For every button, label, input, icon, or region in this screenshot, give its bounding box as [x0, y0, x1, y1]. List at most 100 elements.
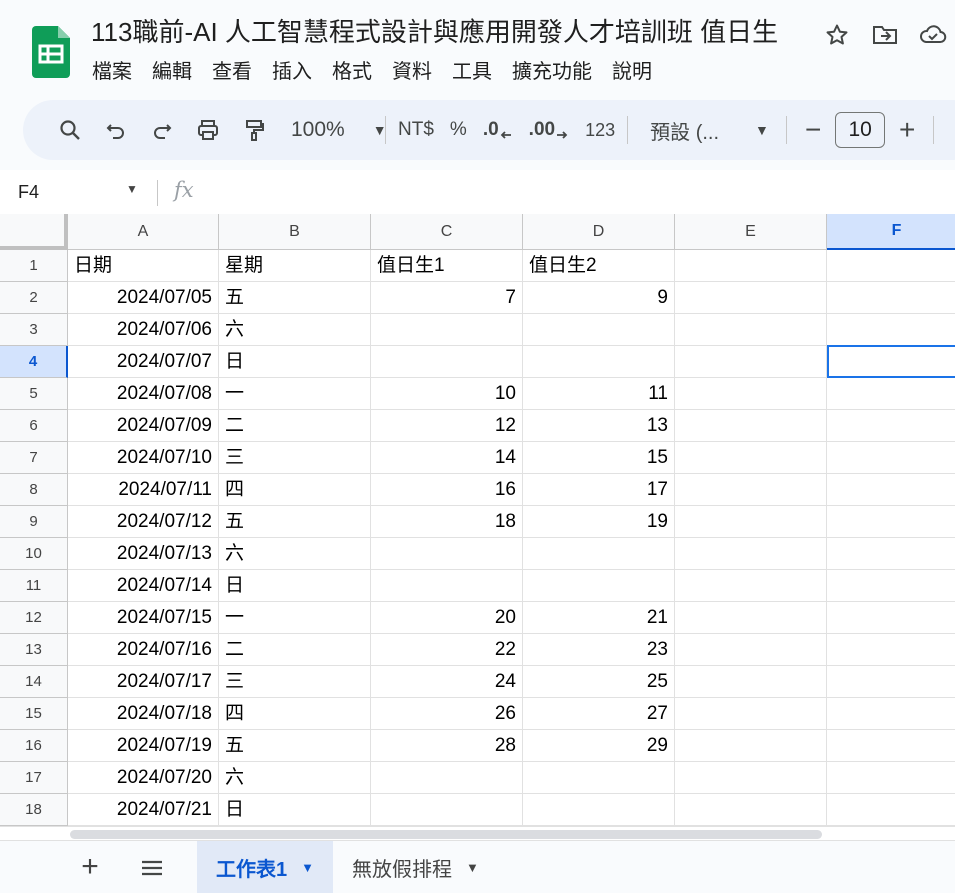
cell-c10[interactable] [371, 538, 523, 570]
cell-a10[interactable]: 2024/07/13 [68, 538, 219, 570]
caret-down-icon[interactable]: ▼ [466, 860, 479, 875]
cell-e4[interactable] [675, 346, 827, 378]
cell-f12[interactable] [827, 602, 955, 634]
cell-c17[interactable] [371, 762, 523, 794]
cell-b18[interactable]: 日 [219, 794, 371, 826]
decrease-decimal-button[interactable]: .0 [475, 112, 521, 148]
menu-extensions[interactable]: 擴充功能 [502, 56, 602, 88]
cell-e1[interactable] [675, 250, 827, 282]
cell-d16[interactable]: 29 [523, 730, 675, 762]
cell-a5[interactable]: 2024/07/08 [68, 378, 219, 410]
print-icon[interactable] [185, 112, 231, 148]
column-header-e[interactable]: E [675, 214, 827, 250]
column-header-a[interactable]: A [68, 214, 219, 250]
cell-a15[interactable]: 2024/07/18 [68, 698, 219, 730]
cell-c15[interactable]: 26 [371, 698, 523, 730]
column-header-c[interactable]: C [371, 214, 523, 250]
font-family-select[interactable]: 預設 (... ▼ [632, 112, 782, 148]
cell-b8[interactable]: 四 [219, 474, 371, 506]
cell-b10[interactable]: 六 [219, 538, 371, 570]
row-header[interactable]: 10 [0, 538, 68, 570]
cell-d1[interactable]: 值日生2 [523, 250, 675, 282]
cell-b7[interactable]: 三 [219, 442, 371, 474]
column-header-d[interactable]: D [523, 214, 675, 250]
cell-b16[interactable]: 五 [219, 730, 371, 762]
cell-d4[interactable] [523, 346, 675, 378]
number-format-button[interactable]: 123 [577, 112, 623, 148]
cell-b12[interactable]: 一 [219, 602, 371, 634]
cell-b3[interactable]: 六 [219, 314, 371, 346]
cell-e8[interactable] [675, 474, 827, 506]
cell-a1[interactable]: 日期 [68, 250, 219, 282]
cell-b6[interactable]: 二 [219, 410, 371, 442]
cell-f16[interactable] [827, 730, 955, 762]
menu-format[interactable]: 格式 [322, 56, 382, 88]
cell-e12[interactable] [675, 602, 827, 634]
all-sheets-menu-icon[interactable] [134, 853, 170, 883]
cell-a11[interactable]: 2024/07/14 [68, 570, 219, 602]
row-header[interactable]: 3 [0, 314, 68, 346]
cell-e6[interactable] [675, 410, 827, 442]
cell-f17[interactable] [827, 762, 955, 794]
star-icon[interactable] [822, 20, 852, 50]
row-header[interactable]: 11 [0, 570, 68, 602]
cell-f14[interactable] [827, 666, 955, 698]
cell-c9[interactable]: 18 [371, 506, 523, 538]
spreadsheet-grid[interactable]: A B C D E F 1 日期 星期 值日生1 值日生2 2 2024/07/05 五 7 9 3 2024/0… [0, 214, 955, 826]
column-header-f[interactable]: F [827, 214, 955, 250]
cell-a2[interactable]: 2024/07/05 [68, 282, 219, 314]
cell-a14[interactable]: 2024/07/17 [68, 666, 219, 698]
row-header[interactable]: 12 [0, 602, 68, 634]
cell-b11[interactable]: 日 [219, 570, 371, 602]
cell-a17[interactable]: 2024/07/20 [68, 762, 219, 794]
cell-d12[interactable]: 21 [523, 602, 675, 634]
sheets-logo-icon[interactable] [32, 26, 70, 78]
menu-tools[interactable]: 工具 [442, 56, 502, 88]
row-header[interactable]: 14 [0, 666, 68, 698]
cell-a3[interactable]: 2024/07/06 [68, 314, 219, 346]
cell-f9[interactable] [827, 506, 955, 538]
cell-a9[interactable]: 2024/07/12 [68, 506, 219, 538]
cell-b17[interactable]: 六 [219, 762, 371, 794]
row-header[interactable]: 1 [0, 250, 68, 282]
row-header[interactable]: 15 [0, 698, 68, 730]
cell-d18[interactable] [523, 794, 675, 826]
name-box[interactable]: F4 [18, 180, 39, 204]
cell-f8[interactable] [827, 474, 955, 506]
cell-a7[interactable]: 2024/07/10 [68, 442, 219, 474]
menu-help[interactable]: 說明 [602, 56, 662, 88]
row-header[interactable]: 16 [0, 730, 68, 762]
cell-f13[interactable] [827, 634, 955, 666]
undo-icon[interactable] [93, 112, 139, 148]
cell-a18[interactable]: 2024/07/21 [68, 794, 219, 826]
sheet-tab-2[interactable]: 無放假排程 ▼ [352, 841, 479, 893]
row-header[interactable]: 8 [0, 474, 68, 506]
cell-e9[interactable] [675, 506, 827, 538]
scrollbar-thumb[interactable] [70, 830, 822, 839]
cell-d5[interactable]: 11 [523, 378, 675, 410]
cell-c11[interactable] [371, 570, 523, 602]
row-header[interactable]: 9 [0, 506, 68, 538]
increase-decimal-button[interactable]: .00 [521, 112, 577, 148]
currency-format-button[interactable]: NT$ [390, 112, 442, 148]
decrease-font-size-button[interactable]: − [791, 112, 835, 148]
cell-a13[interactable]: 2024/07/16 [68, 634, 219, 666]
cell-f6[interactable] [827, 410, 955, 442]
cell-e17[interactable] [675, 762, 827, 794]
font-size-input[interactable]: 10 [835, 112, 886, 148]
cell-a8[interactable]: 2024/07/11 [68, 474, 219, 506]
cell-a16[interactable]: 2024/07/19 [68, 730, 219, 762]
cell-f2[interactable] [827, 282, 955, 314]
cell-c12[interactable]: 20 [371, 602, 523, 634]
cell-f11[interactable] [827, 570, 955, 602]
row-header[interactable]: 4 [0, 346, 68, 378]
row-header[interactable]: 17 [0, 762, 68, 794]
cell-d15[interactable]: 27 [523, 698, 675, 730]
cell-c2[interactable]: 7 [371, 282, 523, 314]
cell-d3[interactable] [523, 314, 675, 346]
row-header[interactable]: 7 [0, 442, 68, 474]
cell-b14[interactable]: 三 [219, 666, 371, 698]
menu-edit[interactable]: 編輯 [142, 56, 202, 88]
sheet-tab-1[interactable]: 工作表1 ▼ [197, 841, 333, 893]
cloud-status-icon[interactable] [918, 20, 948, 50]
